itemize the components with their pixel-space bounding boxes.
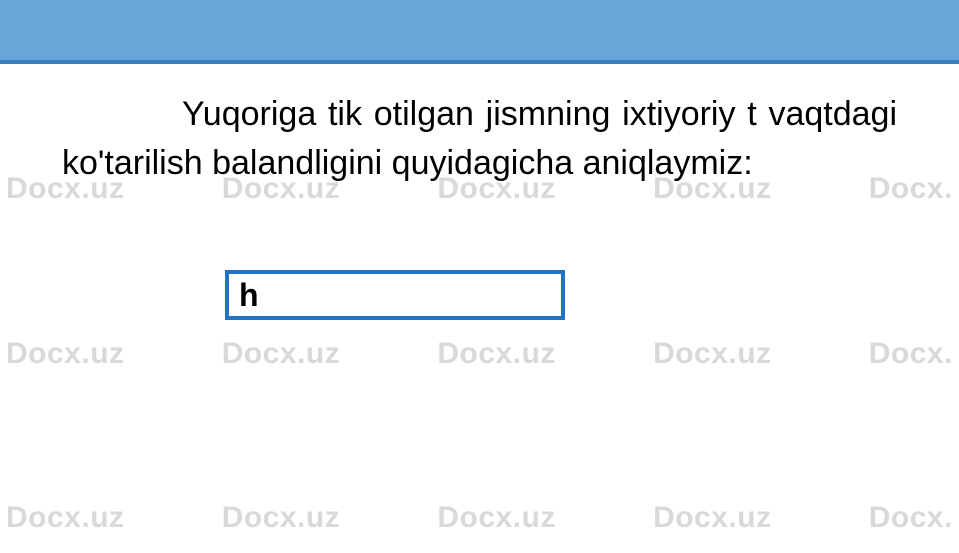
watermark-text: Docx.uz bbox=[653, 337, 772, 371]
watermark-text: Docx. bbox=[869, 337, 953, 371]
body-paragraph: Yuqoriga tik otilgan jismning ixtiyoriy … bbox=[62, 90, 897, 189]
formula-box: h bbox=[225, 270, 565, 320]
watermark-text: Docx.uz bbox=[437, 501, 556, 535]
watermark-text: Docx.uz bbox=[653, 501, 772, 535]
watermark-text: Docx.uz bbox=[222, 501, 341, 535]
header-band bbox=[0, 0, 959, 64]
header-left-cap bbox=[0, 0, 20, 60]
watermark-text: Docx.uz bbox=[222, 337, 341, 371]
body-text: Yuqoriga tik otilgan jismning ixtiyoriy … bbox=[62, 95, 897, 182]
watermark-row: Docx.uz Docx.uz Docx.uz Docx.uz Docx. bbox=[0, 501, 959, 535]
watermark-text: Docx.uz bbox=[6, 501, 125, 535]
watermark-text: Docx.uz bbox=[6, 337, 125, 371]
header-right-cap bbox=[939, 0, 959, 60]
formula-label: h bbox=[239, 277, 259, 314]
watermark-text: Docx.uz bbox=[437, 337, 556, 371]
watermark-row: Docx.uz Docx.uz Docx.uz Docx.uz Docx. bbox=[0, 337, 959, 371]
watermark-text: Docx. bbox=[869, 501, 953, 535]
